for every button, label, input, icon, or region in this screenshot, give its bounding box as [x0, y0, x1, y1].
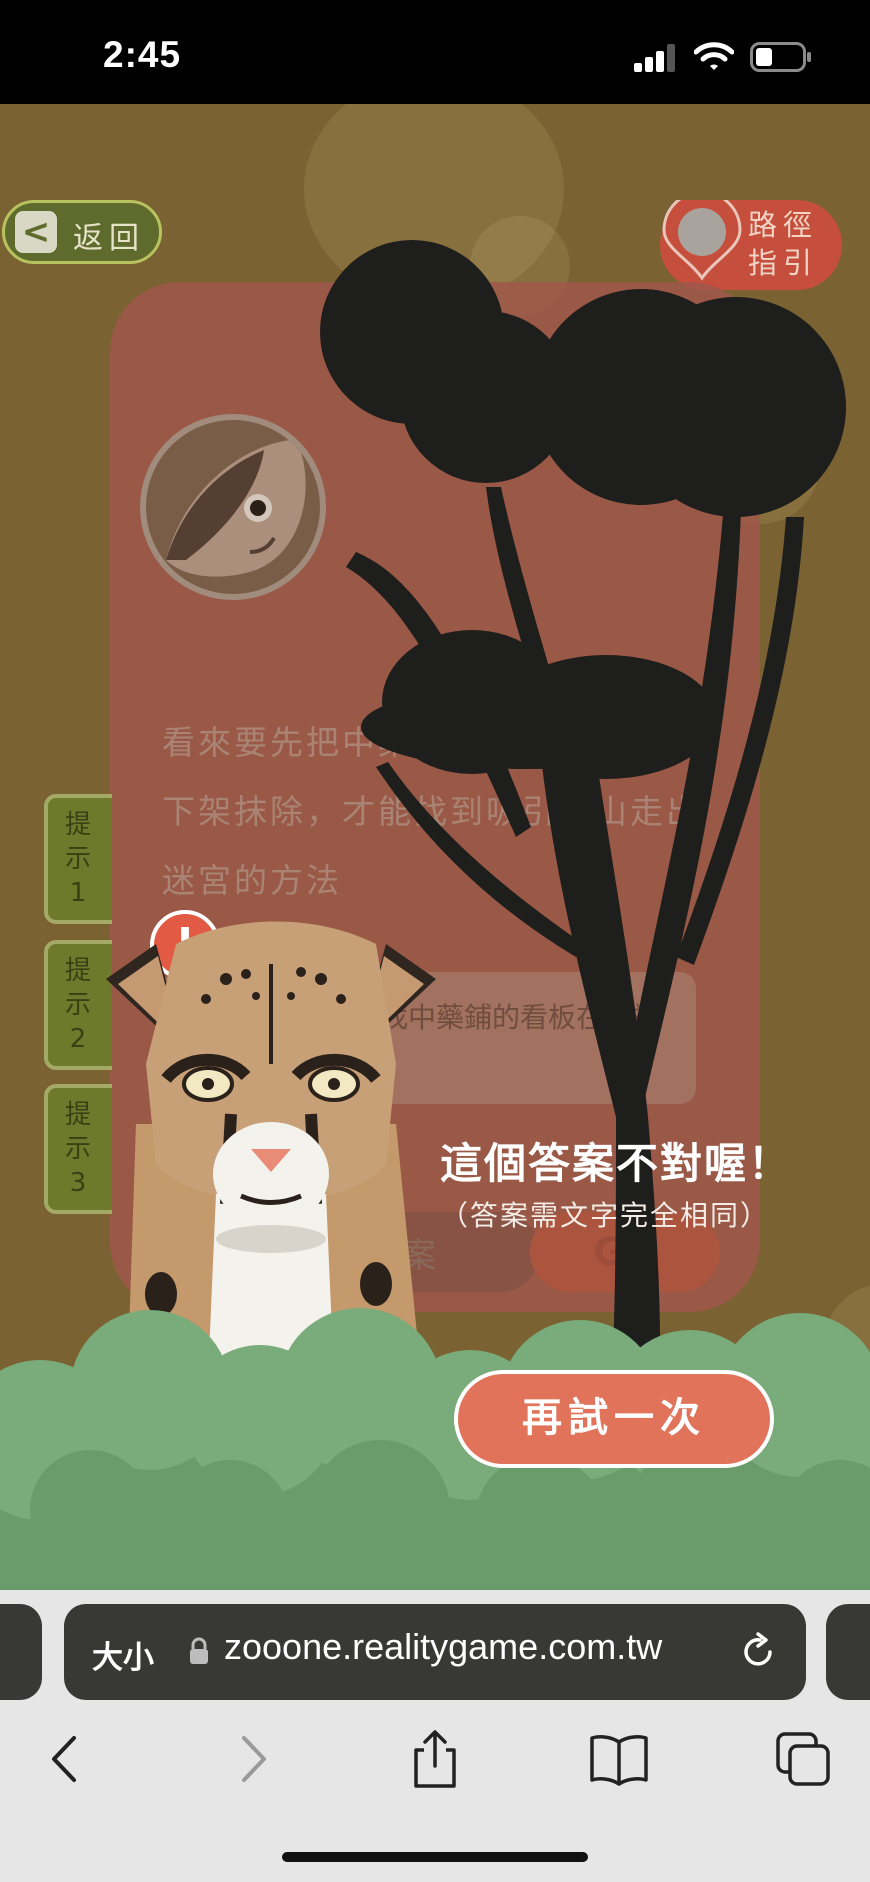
- back-label: 返回: [73, 221, 145, 256]
- status-bar: 2:45: [0, 0, 870, 104]
- reload-icon[interactable]: [736, 1630, 780, 1674]
- browser-toolbar: 大小 zooone.realitygame.com.tw: [0, 1590, 870, 1882]
- back-button[interactable]: < 返回: [2, 200, 162, 264]
- battery-icon: [750, 42, 811, 72]
- back-arrow-icon[interactable]: [30, 1724, 100, 1794]
- bookmarks-icon[interactable]: [584, 1724, 654, 1794]
- retry-button[interactable]: 再試一次: [454, 1370, 774, 1468]
- wifi-icon: [694, 42, 734, 70]
- hint-tab-label: 提示2: [64, 956, 91, 1054]
- previous-tab-preview[interactable]: [0, 1604, 42, 1700]
- page-settings-label: 大小: [92, 1640, 154, 1676]
- page-settings-button[interactable]: 大小: [92, 1632, 154, 1677]
- home-indicator: [282, 1852, 588, 1862]
- status-time: 2:45: [103, 34, 182, 75]
- lock-icon: [190, 1637, 208, 1664]
- cellular-signal-icon: [634, 44, 676, 72]
- pangolin-avatar: [140, 414, 326, 600]
- wrong-answer-message: 這個答案不對喔！: [440, 1139, 793, 1188]
- hint-tab-label: 提示1: [64, 810, 91, 908]
- next-tab-preview[interactable]: [826, 1604, 870, 1700]
- share-icon[interactable]: [400, 1724, 470, 1794]
- pangolin-icon: [166, 440, 306, 577]
- wrong-answer-subtext: （答案需文字完全相同）: [440, 1199, 771, 1232]
- hint-tab-label: 提示3: [64, 1100, 91, 1198]
- back-arrow-icon: <: [15, 211, 57, 253]
- address-bar[interactable]: 大小 zooone.realitygame.com.tw: [64, 1604, 806, 1700]
- tabs-icon[interactable]: [768, 1724, 838, 1794]
- game-area: < 返回 路徑指引 看來要先把中藥鋪動物製的中藥材下架抹除，才能找到吸引小山走出…: [0, 104, 870, 1590]
- forward-arrow-icon[interactable]: [218, 1724, 288, 1794]
- url-text: zooone.realitygame.com.tw: [224, 1626, 663, 1667]
